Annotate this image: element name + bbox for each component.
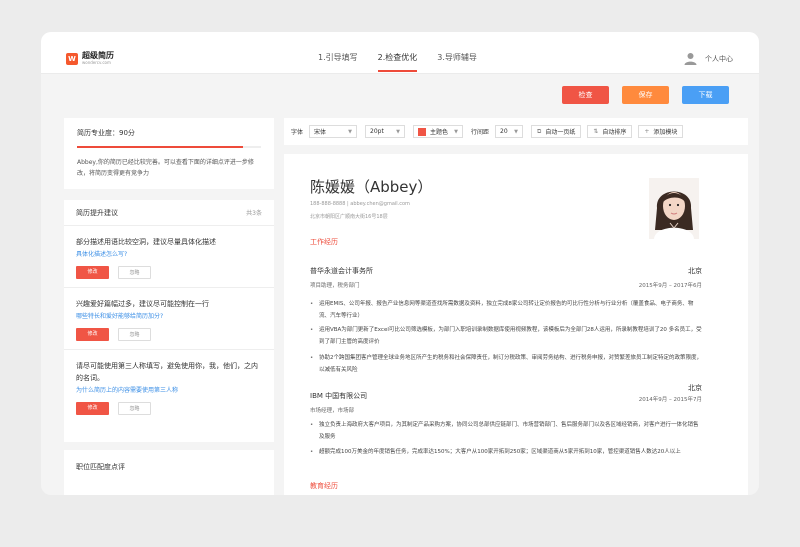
suggestion-item: 请尽可能使用第三人称填写，避免使用你，我，他们，之内的名词。 为什么简历上的内容… bbox=[64, 350, 274, 423]
job-company: 普华永道会计事务所 bbox=[310, 267, 373, 275]
score-progress-bar bbox=[77, 146, 261, 148]
auto-sort-label: 自动排序 bbox=[602, 129, 627, 136]
step-guide-fill[interactable]: 1.引导填写 bbox=[318, 52, 358, 72]
job-match-title: 职位匹配度点评 bbox=[76, 463, 125, 471]
job-period: 2015年9月 – 2017年6月 bbox=[638, 283, 702, 289]
save-button[interactable]: 保存 bbox=[622, 86, 669, 104]
app-window: W 超级简历 wondercv.com 1.引导填写 2.检查优化 3.导师辅导… bbox=[41, 32, 759, 495]
add-module-label: 添加模块 bbox=[653, 129, 678, 136]
auto-sort-button[interactable]: ⇅ 自动排序 bbox=[587, 125, 633, 138]
font-select-value: 宋体 bbox=[314, 129, 327, 136]
user-center[interactable]: 个人中心 bbox=[684, 52, 733, 65]
font-size-value: 20pt bbox=[370, 128, 384, 135]
step-mentor-coach[interactable]: 3.导师辅导 bbox=[437, 52, 477, 72]
ignore-button[interactable]: 忽略 bbox=[118, 328, 151, 341]
font-size-select[interactable]: 20pt ▼ bbox=[365, 125, 406, 138]
auto-one-page-label: 自动一页纸 bbox=[545, 129, 576, 136]
fix-button[interactable]: 修改 bbox=[76, 328, 109, 341]
step-check-optimize[interactable]: 2.检查优化 bbox=[377, 52, 417, 72]
font-select[interactable]: 宋体 ▼ bbox=[309, 125, 358, 138]
section-title-education[interactable]: 教育经历 bbox=[310, 481, 338, 491]
suggestion-help-link[interactable]: 具体化描述怎么写? bbox=[76, 250, 262, 259]
page-icon: ⧉ bbox=[537, 127, 542, 135]
sort-icon: ⇅ bbox=[593, 128, 599, 135]
job-company: IBM 中国有限公司 bbox=[310, 392, 368, 400]
job-header[interactable]: IBM 中国有限公司 北京 市场经理，市场部 2014年9月 – 2015年7月 bbox=[310, 383, 702, 414]
logo-icon: W bbox=[66, 52, 78, 65]
theme-color-label: 主题色 bbox=[430, 129, 449, 136]
user-center-label: 个人中心 bbox=[705, 54, 733, 63]
step-nav: 1.引导填写 2.检查优化 3.导师辅导 bbox=[318, 52, 497, 72]
fix-button[interactable]: 修改 bbox=[76, 266, 109, 279]
suggestion-text: 部分描述用语比较空洞，建议尽量具体化描述 bbox=[76, 238, 216, 246]
job-city: 北京 bbox=[688, 384, 702, 392]
job-role: 市场经理，市场部 bbox=[310, 408, 355, 414]
suggestion-text: 兴趣爱好篇幅过多，建议尽可能控制在一行 bbox=[76, 300, 209, 308]
suggestions-header: 简历提升建议 共3条 bbox=[64, 200, 274, 226]
line-spacing-label: 行间距 bbox=[471, 129, 490, 136]
chevron-down-icon: ▼ bbox=[348, 128, 353, 135]
job-role: 项目助理，税务部门 bbox=[310, 283, 360, 289]
suggestion-item: 兴趣爱好篇幅过多，建议尽可能控制在一行 哪些特长和爱好能够给简历加分? 修改 忽… bbox=[64, 288, 274, 350]
theme-color-swatch bbox=[418, 127, 427, 136]
suggestion-item: 部分描述用语比较空洞，建议尽量具体化描述 具体化描述怎么写? 修改 忽略 bbox=[64, 226, 274, 288]
resume-name[interactable]: 陈媛媛（Abbey） bbox=[310, 176, 432, 197]
profile-photo[interactable] bbox=[649, 178, 699, 239]
suggestions-title: 简历提升建议 bbox=[76, 208, 118, 217]
job-header[interactable]: 普华永道会计事务所 北京 项目助理，税务部门 2015年9月 – 2017年6月 bbox=[310, 266, 702, 289]
check-button[interactable]: 检查 bbox=[562, 86, 609, 104]
add-module-button[interactable]: + 添加模块 bbox=[638, 125, 684, 138]
suggestions-card: 简历提升建议 共3条 部分描述用语比较空洞，建议尽量具体化描述 具体化描述怎么写… bbox=[64, 200, 274, 442]
plus-icon: + bbox=[644, 128, 650, 135]
score-description: Abbey,你的简历已经比较完善。可以查看下面的详细点评进一步修改，将简历变得更… bbox=[77, 159, 254, 177]
logo-subtitle: wondercv.com bbox=[82, 60, 111, 65]
user-avatar-icon bbox=[684, 53, 697, 65]
logo[interactable]: W 超级简历 wondercv.com bbox=[66, 52, 114, 65]
download-button[interactable]: 下载 bbox=[682, 86, 729, 104]
score-card: 简历专业度：90分 Abbey,你的简历已经比较完善。可以查看下面的详细点评进一… bbox=[64, 118, 274, 189]
format-toolbar: 字体 宋体 ▼ 20pt ▼ 主题色 ▼ 行间距 20 ▼ ⧉ 自动一页纸 ⇅ … bbox=[284, 118, 748, 145]
line-spacing-select[interactable]: 20 ▼ bbox=[495, 125, 524, 138]
line-spacing-value: 20 bbox=[500, 128, 508, 135]
job-bullet[interactable]: 独立负责上海政府大客户项目，为其制定产品采购方案，协同公司总部供应链部门、市场营… bbox=[310, 419, 702, 443]
top-navbar: W 超级简历 wondercv.com 1.引导填写 2.检查优化 3.导师辅导… bbox=[41, 32, 759, 74]
chevron-down-icon: ▼ bbox=[396, 128, 401, 135]
chevron-down-icon: ▼ bbox=[454, 128, 459, 135]
fix-button[interactable]: 修改 bbox=[76, 402, 109, 415]
score-title: 简历专业度：90分 bbox=[77, 129, 135, 137]
ignore-button[interactable]: 忽略 bbox=[118, 266, 151, 279]
job-bullet[interactable]: 运用VBA为部门更新了Excel可比公司筛选模板，为部门入职培训录制数据库使用视… bbox=[310, 324, 702, 348]
suggestion-help-link[interactable]: 哪些特长和爱好能够给简历加分? bbox=[76, 312, 262, 321]
job-bullet[interactable]: 协助2个跨国集团客户管理全球业务地区所产生的税务和社会保障责任，制订分税政策、审… bbox=[310, 352, 702, 376]
theme-color-select[interactable]: 主题色 ▼ bbox=[413, 125, 464, 138]
score-progress-fill bbox=[77, 146, 243, 148]
job-bullet[interactable]: 运用EMIS、公司年报、报告产业信息网等渠道查找所需数据及资料，独立完成8家公司… bbox=[310, 298, 702, 322]
suggestions-count: 共3条 bbox=[246, 210, 262, 217]
ignore-button[interactable]: 忽略 bbox=[118, 402, 151, 415]
job-bullet[interactable]: 超额完成100万美金的年度销售任务，完成率达150%；大客户从100家开拓到25… bbox=[310, 446, 702, 458]
resume-contact[interactable]: 188-888-8888 | abbey.chen@gmail.com bbox=[310, 201, 410, 207]
job-city: 北京 bbox=[688, 267, 702, 275]
auto-one-page-button[interactable]: ⧉ 自动一页纸 bbox=[531, 125, 582, 138]
suggestion-help-link[interactable]: 为什么简历上的内容需要使用第三人称 bbox=[76, 386, 262, 395]
job-period: 2014年9月 – 2015年7月 bbox=[638, 397, 702, 403]
font-label: 字体 bbox=[291, 129, 304, 136]
resume-address[interactable]: 北京市朝阳区广顺南大街16号18层 bbox=[310, 213, 388, 220]
suggestion-text: 请尽可能使用第三人称填写，避免使用你，我，他们，之内的名词。 bbox=[76, 362, 258, 382]
job-match-card[interactable]: 职位匹配度点评 bbox=[64, 450, 274, 495]
chevron-down-icon: ▼ bbox=[514, 128, 519, 135]
section-title-work[interactable]: 工作经历 bbox=[310, 237, 338, 247]
resume-preview: 陈媛媛（Abbey） 188-888-8888 | abbey.chen@gma… bbox=[284, 154, 748, 495]
logo-title: 超级简历 bbox=[82, 51, 114, 60]
